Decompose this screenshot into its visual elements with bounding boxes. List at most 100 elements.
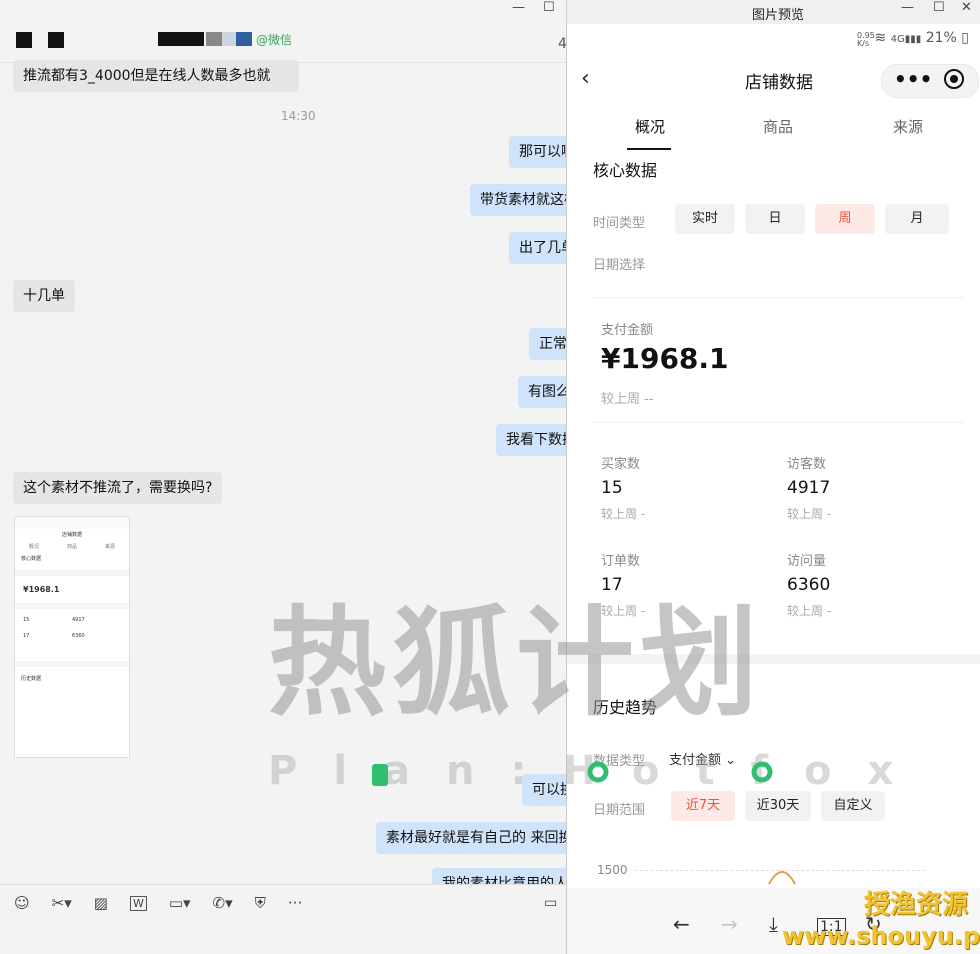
site-watermark-url: www.shouyu.pw — [782, 922, 980, 950]
emoji-icon[interactable]: ☺ — [14, 894, 30, 912]
thumbnail-tab: 商品 — [66, 544, 77, 550]
image-icon[interactable]: ▨ — [94, 894, 108, 912]
chart-y-tick: 1500 — [597, 863, 628, 877]
site-watermark-name: 授渔资源 — [864, 890, 969, 920]
word-doc-icon[interactable]: W — [129, 895, 147, 911]
chat-history-icon[interactable]: ▭ — [544, 895, 557, 911]
mini-program-capsule: ••• — [881, 64, 979, 98]
thumbnail-stat: 15 — [23, 617, 30, 623]
payment-compare: 较上周 -- — [601, 392, 654, 407]
back-arrow-icon[interactable]: ‹ — [581, 66, 590, 91]
minimize-icon[interactable]: — — [901, 0, 914, 15]
tab-overview[interactable]: 概况 — [635, 116, 665, 137]
chat-titlebar: @微信 — ☐ 4 — [0, 0, 566, 63]
page-views-value: 6360 — [787, 575, 831, 595]
divider — [593, 422, 963, 423]
scissors-icon[interactable]: ✂▾ — [52, 894, 72, 912]
wifi-icon: ≋ — [874, 30, 887, 46]
orders-label: 订单数 — [601, 554, 641, 569]
tab-sources[interactable]: 来源 — [893, 116, 923, 137]
shield-icon[interactable]: ⛨ — [255, 894, 266, 912]
thumbnail-spacer — [15, 661, 129, 667]
time-type-label: 时间类型 — [593, 216, 646, 231]
folder-icon[interactable]: ▭▾ — [169, 894, 191, 912]
shop-page-title: 店铺数据 — [745, 73, 813, 93]
thumbnail-tab: 概况 — [28, 544, 39, 550]
chat-message-out: 正常 — [529, 328, 566, 360]
thumbnail-history-title: 历史数据 — [21, 676, 42, 682]
chat-window: @微信 — ☐ 4 推流都有3_4000但是在线人数最多也就 14:30 那可以… — [0, 0, 566, 954]
orders-value: 17 — [601, 575, 623, 595]
buyers-label: 买家数 — [601, 457, 641, 472]
range-30-days[interactable]: 近30天 — [745, 791, 811, 821]
redacted-avatar — [48, 32, 64, 48]
tab-products[interactable]: 商品 — [763, 116, 793, 137]
redacted-name — [206, 32, 222, 46]
core-data-title: 核心数据 — [593, 161, 658, 180]
thumbnail-section-title: 核心数据 — [21, 556, 42, 562]
chat-input-toolbar: ☺ ✂▾ ▨ W ▭▾ ✆▾ ⛨ ··· — [0, 884, 566, 921]
chat-message-out: 我看下数据 — [496, 424, 566, 456]
shop-header: ‹ 店铺数据 ••• — [567, 60, 980, 100]
chat-message-in: 推流都有3_4000但是在线人数最多也就 — [13, 60, 299, 92]
chat-message-in: 这个素材不推流了，需要换吗? — [13, 472, 223, 504]
thumbnail-title: 店铺数据 — [61, 532, 82, 538]
redacted-name — [236, 32, 252, 46]
chat-message-out: 素材最好就是有自己的 来回换着 — [376, 822, 566, 854]
phone-status-bar: ≋ 4G▮▮▮ 21% ▯ — [874, 30, 969, 46]
battery-level: 21% — [925, 30, 957, 46]
phone-icon[interactable]: ✆▾ — [213, 894, 233, 912]
visitors-value: 4917 — [787, 478, 831, 498]
thumbnail-amount: ¥1968.1 — [23, 585, 60, 594]
buyers-value: 15 — [601, 478, 623, 498]
battery-icon: ▯ — [961, 30, 969, 46]
thumbnail-stats: 15 4917 17 6360 — [15, 615, 129, 641]
watermark-logo-text: 热狐计划 — [268, 594, 765, 732]
thumbnail-status-bar — [15, 517, 129, 529]
range-7-days[interactable]: 近7天 — [671, 791, 735, 821]
date-range-label: 日期范围 — [593, 803, 646, 818]
more-dots-icon[interactable]: ••• — [894, 67, 932, 91]
network-speed: 0.95 K/s — [857, 32, 875, 48]
chat-message-out: 出了几单 — [509, 232, 566, 264]
time-type-week[interactable]: 周 — [815, 204, 875, 234]
more-icon[interactable]: ··· — [288, 894, 302, 912]
payment-amount: ¥1968.1 — [601, 342, 729, 375]
minimize-icon[interactable]: — — [512, 0, 525, 15]
close-icon[interactable]: ✕ — [961, 0, 972, 15]
close-target-icon[interactable] — [944, 69, 964, 89]
chat-message-out: 那可以啊 — [509, 136, 566, 168]
maximize-icon[interactable]: ☐ — [543, 0, 555, 15]
time-type-realtime[interactable]: 实时 — [675, 204, 735, 234]
thumbnail-stat: 4917 — [72, 617, 85, 623]
image-preview-window: 图片预览 — ☐ ✕ 0.95 K/s ≋ 4G▮▮▮ 21% ▯ ‹ 店铺数据… — [566, 0, 980, 954]
date-select-label[interactable]: 日期选择 — [593, 254, 645, 273]
chart-peak-shape — [768, 871, 796, 885]
visitors-label: 访客数 — [787, 457, 827, 472]
page-views-compare: 较上周 - — [787, 604, 832, 618]
redacted-avatar — [16, 32, 32, 48]
download-icon[interactable]: ⤓ — [769, 912, 778, 936]
chat-timestamp: 14:30 — [281, 109, 316, 123]
previous-arrow-icon[interactable]: ← — [673, 912, 690, 936]
time-type-month[interactable]: 月 — [885, 204, 949, 234]
chat-message-out: 有图么 — [518, 376, 566, 408]
chat-message-in: 十几单 — [13, 280, 75, 312]
thumbnail-stat: 17 — [23, 633, 30, 639]
time-type-day[interactable]: 日 — [745, 204, 805, 234]
chat-image-thumbnail[interactable]: 店铺数据 概况 商品 来源 核心数据 ¥1968.1 15 4917 17 63… — [14, 516, 130, 758]
thumbnail-spacer — [15, 570, 129, 576]
divider — [593, 297, 963, 298]
signal-icon: 4G▮▮▮ — [890, 34, 922, 45]
shop-tabs: 概况 商品 来源 — [567, 116, 980, 152]
range-custom[interactable]: 自定义 — [821, 791, 885, 821]
thumbnail-tabs: 概况 商品 来源 — [15, 540, 129, 553]
redacted-name — [222, 32, 236, 46]
maximize-icon[interactable]: ☐ — [933, 0, 945, 15]
preview-window-title: 图片预览 — [752, 8, 805, 23]
visitors-compare: 较上周 - — [787, 507, 832, 521]
next-arrow-icon[interactable]: → — [721, 912, 738, 936]
contact-wechat-tag: @微信 — [256, 33, 293, 47]
preview-titlebar: 图片预览 — ☐ ✕ — [567, 0, 980, 24]
thumbnail-tab: 来源 — [104, 544, 115, 550]
